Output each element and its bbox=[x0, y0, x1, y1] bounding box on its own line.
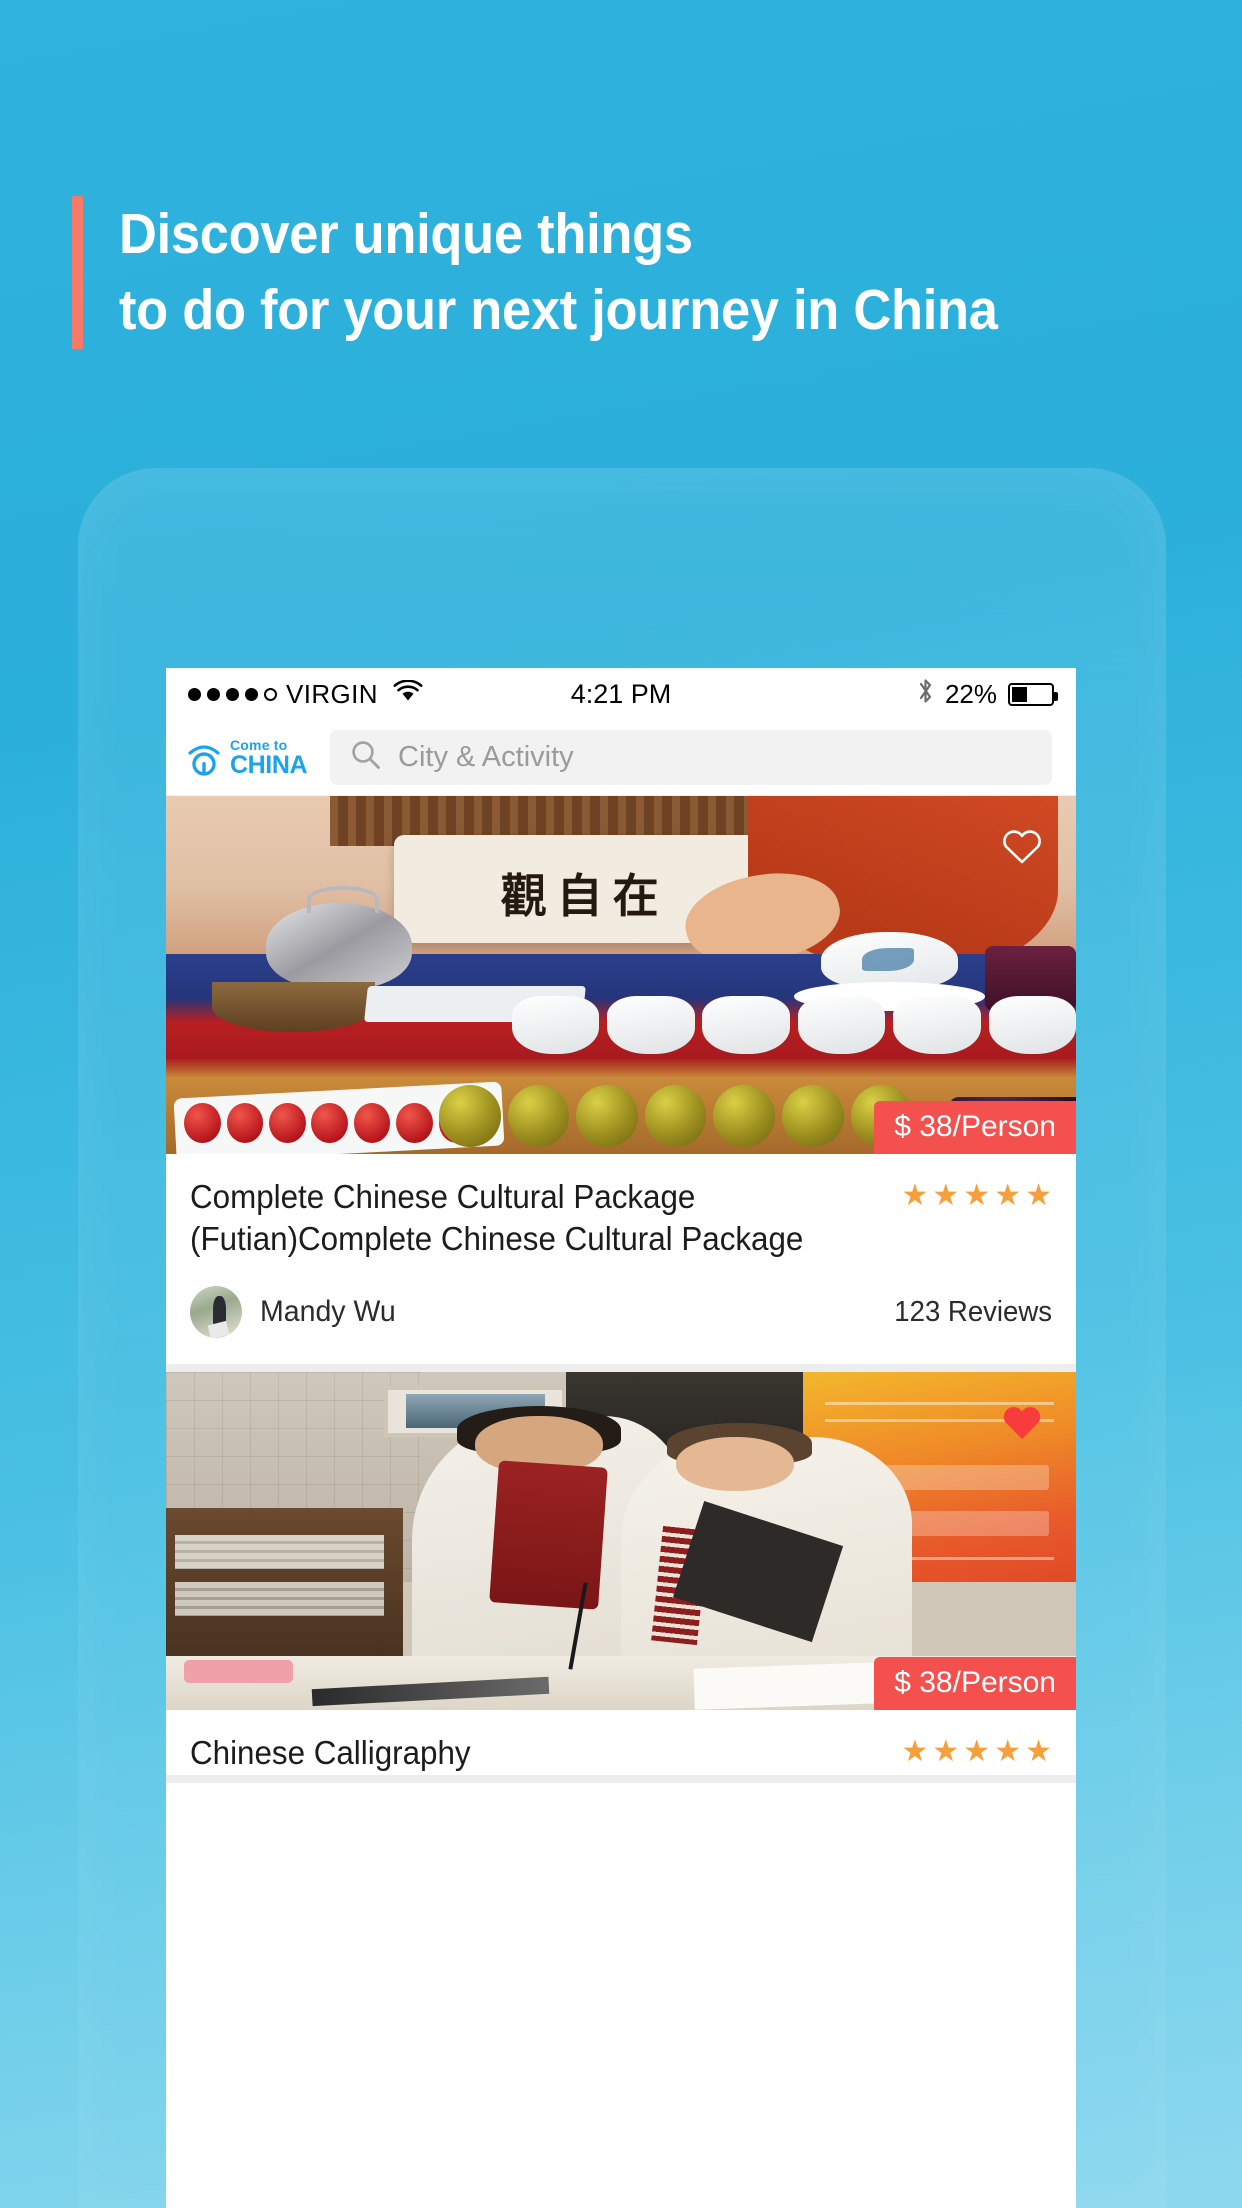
star-icon: ★ bbox=[901, 1179, 929, 1212]
star-icon: ★ bbox=[963, 1735, 991, 1769]
wifi-icon bbox=[393, 678, 423, 710]
app-header: Come to CHINA City & Activity bbox=[166, 720, 1076, 796]
app-logo-text: Come to CHINA bbox=[230, 736, 308, 779]
price-badge: $ 38/Person bbox=[874, 1657, 1076, 1711]
status-bar-right: 22% bbox=[917, 677, 1058, 712]
star-icon: ★ bbox=[932, 1735, 960, 1769]
reviews-count: 123 Reviews bbox=[894, 1295, 1052, 1328]
author-name: Mandy Wu bbox=[260, 1295, 396, 1329]
status-bar: VIRGIN 4:21 PM 22% bbox=[166, 668, 1076, 720]
app-logo-line-1: Come to bbox=[230, 736, 288, 753]
signal-strength-icon bbox=[188, 687, 277, 701]
come-to-china-logo-icon bbox=[184, 738, 224, 778]
card-image: 觀自在 $ 38/Person bbox=[166, 796, 1076, 1154]
card-body: Chinese Calligraphy ★ ★ ★ ★ ★ bbox=[166, 1710, 1076, 1774]
carrier-label: VIRGIN bbox=[286, 678, 378, 709]
search-placeholder: City & Activity bbox=[398, 741, 574, 773]
rating-stars: ★ ★ ★ ★ ★ bbox=[901, 1732, 1052, 1767]
battery-icon bbox=[1008, 682, 1058, 706]
app-logo[interactable]: Come to CHINA bbox=[184, 738, 314, 778]
promo-screenshot: Discover unique things to do for your ne… bbox=[0, 0, 1242, 2208]
card-title: Chinese Calligraphy bbox=[190, 1734, 471, 1772]
phone-screen: VIRGIN 4:21 PM 22% Come to CHINA City & … bbox=[166, 668, 1076, 2208]
card-title: Complete Chinese Cultural Package (Futia… bbox=[190, 1178, 804, 1258]
headline-block: Discover unique things to do for your ne… bbox=[72, 196, 1074, 349]
heart-filled-icon[interactable] bbox=[998, 1398, 1046, 1446]
heart-outline-icon[interactable] bbox=[998, 822, 1046, 870]
star-icon: ★ bbox=[994, 1735, 1022, 1769]
bluetooth-icon bbox=[917, 677, 934, 712]
battery-percent-label: 22% bbox=[944, 678, 997, 709]
star-icon: ★ bbox=[901, 1735, 929, 1769]
activity-card[interactable]: $ 38/Person Chinese Calligraphy ★ ★ ★ ★ … bbox=[166, 1372, 1076, 1783]
rating-stars: ★ ★ ★ ★ ★ bbox=[901, 1176, 1052, 1211]
star-icon: ★ bbox=[1025, 1179, 1052, 1212]
search-icon bbox=[350, 739, 382, 776]
search-input[interactable]: City & Activity bbox=[330, 730, 1052, 785]
headline-line-2: to do for your next journey in China bbox=[119, 278, 998, 343]
avatar[interactable] bbox=[190, 1286, 242, 1339]
status-bar-left: VIRGIN bbox=[188, 679, 423, 710]
card-title-row: Complete Chinese Cultural Package (Futia… bbox=[190, 1176, 1052, 1260]
star-icon: ★ bbox=[1025, 1735, 1052, 1769]
star-icon: ★ bbox=[994, 1179, 1022, 1212]
card-body: Complete Chinese Cultural Package (Futia… bbox=[166, 1154, 1076, 1260]
app-logo-line-2: CHINA bbox=[230, 750, 308, 779]
star-icon: ★ bbox=[963, 1179, 991, 1212]
activity-card[interactable]: 觀自在 $ 38/Person Complete Chinese Cultura… bbox=[166, 796, 1076, 1373]
price-badge: $ 38/Person bbox=[874, 1101, 1076, 1154]
star-icon: ★ bbox=[932, 1179, 960, 1212]
activity-feed: 觀自在 $ 38/Person Complete Chinese Cultura… bbox=[166, 796, 1076, 1783]
card-title-row: Chinese Calligraphy ★ ★ ★ ★ ★ bbox=[190, 1732, 1052, 1774]
card-image: $ 38/Person bbox=[166, 1372, 1076, 1711]
headline-text: Discover unique things to do for your ne… bbox=[119, 196, 1074, 349]
headline-line-1: Discover unique things bbox=[119, 202, 693, 266]
card-footer: Mandy Wu 123 Reviews bbox=[166, 1260, 1076, 1364]
accent-bar bbox=[72, 196, 83, 349]
